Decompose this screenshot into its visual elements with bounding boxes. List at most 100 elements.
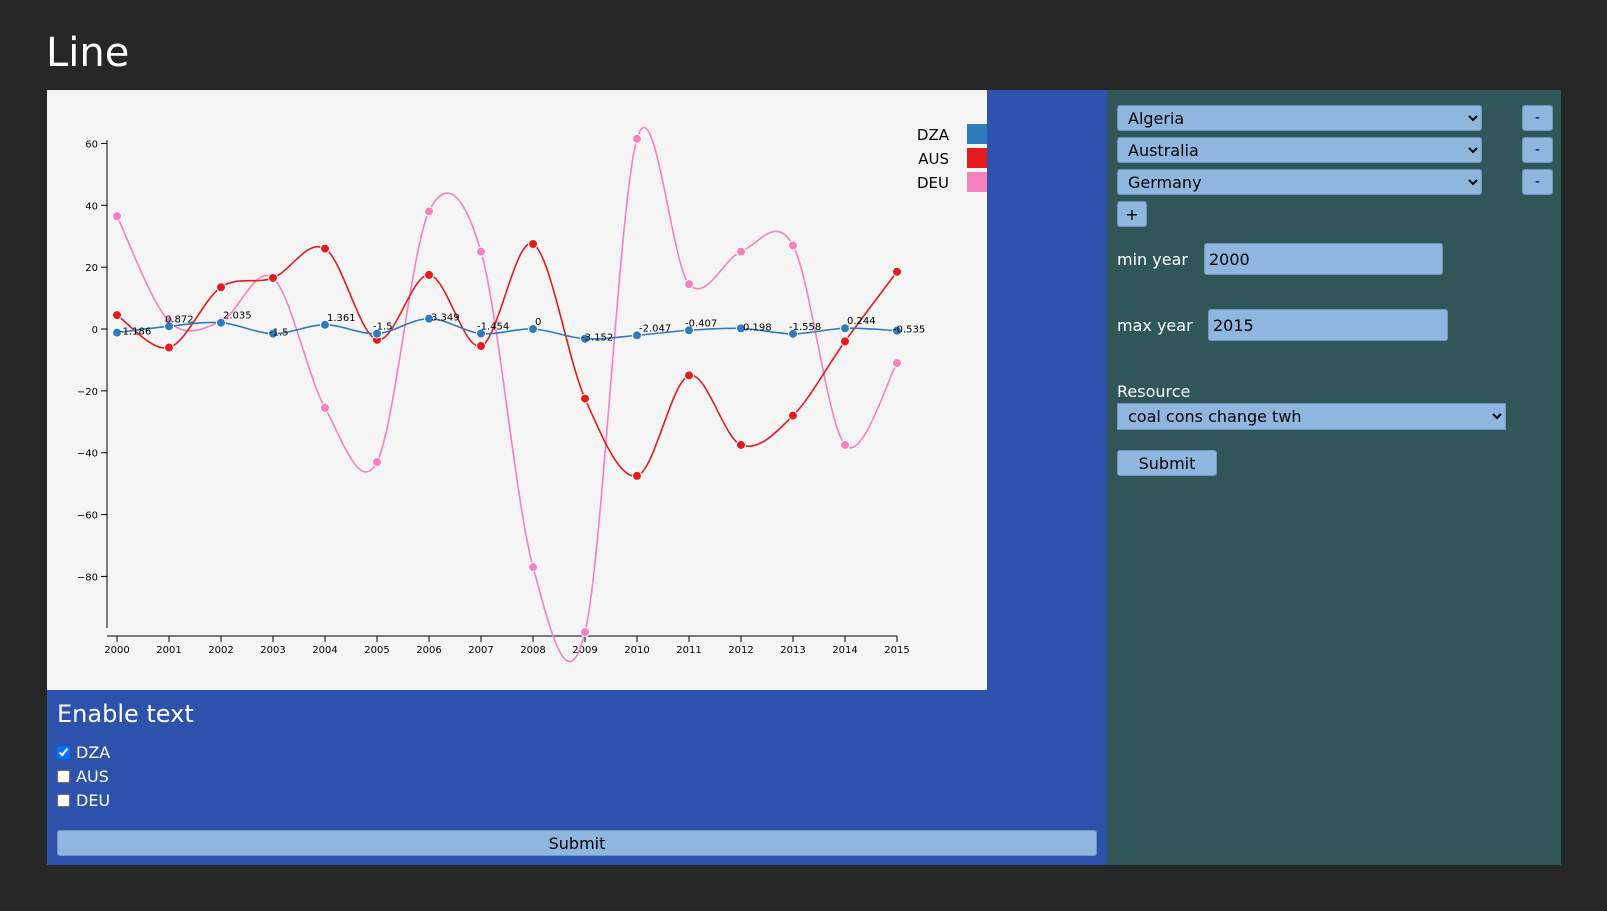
data-label: -1.5	[269, 328, 289, 339]
data-point-aus	[424, 269, 434, 280]
data-point-aus	[840, 336, 850, 347]
series-line-deu	[116, 126, 898, 663]
max-year-label: max year	[1117, 316, 1193, 335]
x-tick-label: 2013	[780, 645, 805, 656]
text-toggle-dza-label: DZA	[76, 742, 111, 762]
data-point-aus	[736, 439, 746, 450]
data-point-aus	[216, 282, 226, 293]
x-tick-label: 2009	[572, 645, 597, 656]
x-tick-label: 2001	[156, 645, 181, 656]
text-toggle-dza[interactable]: DZA	[57, 740, 110, 764]
text-toggle-aus-checkbox[interactable]	[57, 769, 70, 783]
data-label: 2.035	[223, 311, 252, 322]
data-point-deu	[632, 133, 642, 144]
data-point-deu	[320, 402, 330, 413]
enable-text-title: Enable text	[57, 700, 194, 728]
controls-panel: Algeria - Australia - Germany - + min ye…	[1107, 90, 1561, 865]
x-tick-label: 2011	[676, 645, 701, 656]
x-tick-label: 2015	[884, 645, 909, 656]
data-point-aus	[268, 272, 278, 283]
remove-country-1-button[interactable]: -	[1522, 105, 1553, 131]
line-chart-svg: 60 40 20 0 −20 −40 −60 −80 2000 2001 2002 2003 2004 2…	[77, 124, 987, 663]
x-tick-label: 2000	[104, 645, 129, 656]
text-toggle-deu-checkbox[interactable]	[57, 793, 70, 807]
data-label: -1.186	[119, 327, 151, 338]
legend-swatch-deu	[967, 172, 987, 192]
y-tick-label: −80	[77, 572, 98, 583]
data-point-aus	[528, 238, 538, 249]
data-label: -1.5	[373, 322, 393, 333]
data-point-deu	[580, 627, 590, 638]
text-toggle-aus-label: AUS	[76, 766, 109, 786]
data-label: -1.558	[789, 322, 821, 333]
page-title: Line	[46, 30, 130, 76]
data-label: -2.047	[639, 323, 671, 334]
legend-swatch-aus	[967, 148, 987, 168]
data-point-deu	[892, 358, 902, 369]
text-toggle-deu[interactable]: DEU	[57, 788, 110, 812]
data-label: 0.198	[743, 322, 772, 333]
data-point-deu	[788, 240, 798, 251]
data-label: 0.244	[847, 316, 876, 327]
y-tick-label: 40	[85, 201, 98, 212]
y-tick-label: −60	[77, 511, 98, 522]
data-point-aus	[892, 266, 902, 277]
text-toggle-aus[interactable]: AUS	[57, 764, 110, 788]
x-tick-label: 2014	[832, 645, 857, 656]
country-select-1[interactable]: Algeria	[1117, 105, 1482, 131]
x-tick-label: 2003	[260, 645, 285, 656]
x-tick-label: 2006	[416, 645, 441, 656]
legend-label-deu: DEU	[917, 174, 949, 192]
y-tick-label: −40	[77, 449, 98, 460]
data-point-deu	[372, 456, 382, 467]
chart-panel: 60 40 20 0 −20 −40 −60 −80 2000 2001 2002 2003 2004 2…	[47, 90, 1107, 865]
data-point-deu	[112, 211, 122, 222]
resource-select[interactable]: coal cons change twh	[1117, 403, 1506, 430]
y-tick-label: −20	[77, 387, 98, 398]
y-tick-label: 20	[85, 263, 98, 274]
data-point-deu	[476, 246, 486, 257]
controls-submit-button[interactable]: Submit	[1117, 450, 1217, 476]
data-point-aus	[320, 243, 330, 254]
x-tick-label: 2008	[520, 645, 545, 656]
add-country-button[interactable]: +	[1117, 201, 1147, 227]
data-label: -0.535	[893, 325, 925, 336]
x-tick-label: 2007	[468, 645, 493, 656]
x-tick-label: 2002	[208, 645, 233, 656]
country-select-3[interactable]: Germany	[1117, 169, 1482, 195]
data-label: 3.349	[431, 313, 460, 324]
country-select-2[interactable]: Australia	[1117, 137, 1482, 163]
series-line-aus	[116, 243, 898, 477]
x-tick-label: 2004	[312, 645, 337, 656]
remove-country-3-button[interactable]: -	[1522, 169, 1553, 195]
min-year-input[interactable]	[1204, 243, 1443, 275]
data-point-deu	[528, 562, 538, 573]
data-point-aus	[476, 341, 486, 352]
text-toggle-deu-label: DEU	[76, 790, 111, 810]
data-label: 1.361	[327, 313, 356, 324]
y-tick-label: 0	[92, 325, 98, 336]
data-label: -1.454	[477, 321, 509, 332]
data-point-aus	[164, 342, 174, 353]
data-point-deu	[840, 439, 850, 450]
data-point-aus	[684, 370, 694, 381]
x-tick-label: 2005	[364, 645, 389, 656]
line-chart: 60 40 20 0 −20 −40 −60 −80 2000 2001 2002 2003 2004 2…	[47, 90, 987, 690]
text-toggle-submit-button[interactable]: Submit	[57, 830, 1097, 856]
data-point-deu	[736, 246, 746, 257]
data-point-deu	[684, 279, 694, 290]
legend-swatch-dza	[967, 124, 987, 144]
text-toggle-dza-checkbox[interactable]	[57, 745, 70, 759]
data-label: -0.407	[685, 318, 717, 329]
data-point-aus	[580, 393, 590, 404]
x-tick-label: 2012	[728, 645, 753, 656]
resource-label: Resource	[1117, 382, 1191, 401]
legend-label-aus: AUS	[918, 150, 949, 168]
data-point-deu	[424, 206, 434, 217]
y-tick-label: 60	[85, 139, 98, 150]
data-point-aus	[632, 470, 642, 481]
data-label: 0.872	[165, 314, 194, 325]
max-year-input[interactable]	[1208, 309, 1448, 341]
legend-label-dza: DZA	[917, 126, 950, 144]
remove-country-2-button[interactable]: -	[1522, 137, 1553, 163]
